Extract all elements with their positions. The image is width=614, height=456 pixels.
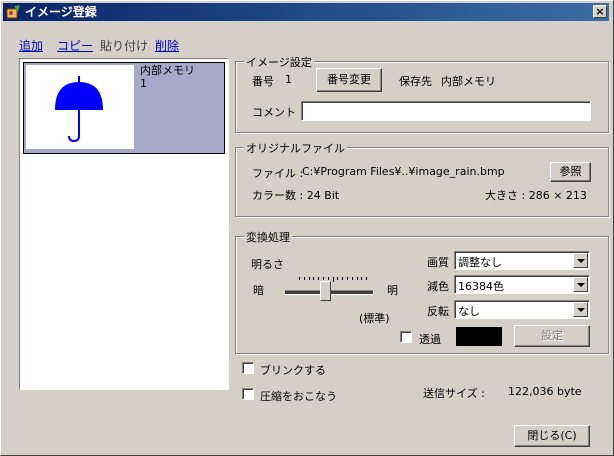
slider-tick [356,277,358,280]
image-size: 大きさ : 286 × 213 [485,189,587,202]
list-item-number: 1 [140,77,147,90]
image-thumbnail [26,65,134,149]
flip-value: なし [458,305,480,318]
dark-label: 暗 [253,284,264,297]
add-link[interactable]: 追加 [19,37,43,54]
slider-tick [361,277,363,280]
original-file-group: オリジナルファイル [235,140,609,217]
blink-checkbox[interactable] [242,362,254,374]
color-reduce-value: 16384色 [458,280,504,293]
slider-tick [318,277,320,280]
image-settings-group: イメージ設定 [235,54,609,133]
compress-label: 圧縮をおこなう [260,390,337,403]
chevron-down-icon[interactable] [573,253,588,268]
standard-label: (標準) [359,312,390,325]
slider-tick [308,277,310,280]
comment-input[interactable] [301,101,591,121]
number-label: 番号 [252,75,274,88]
file-label: ファイル : [252,167,304,180]
send-size-label: 送信サイズ : [423,387,485,400]
change-number-button[interactable]: 番号変更 [316,68,382,92]
file-path: C:¥Program Files¥..¥image_rain.bmp [302,165,505,178]
setting-button[interactable]: 設定 [514,325,590,347]
app-icon [6,5,20,19]
browse-button[interactable]: 参照 [550,162,591,182]
chevron-down-icon[interactable] [573,302,588,317]
slider-tick [347,277,348,280]
quality-select[interactable]: 調整なし [454,251,590,270]
brightness-slider-thumb[interactable] [319,281,331,301]
slider-tick [332,277,334,282]
title-bar[interactable]: イメージ登録 × [3,3,609,21]
quality-value: 調整なし [458,256,502,269]
flip-select[interactable]: なし [454,300,590,319]
color-reduce-label: 減色 [427,280,449,293]
transparent-label: 透過 [419,333,441,346]
slider-tick [351,277,353,280]
chevron-down-icon[interactable] [573,277,588,292]
slider-tick [366,277,368,280]
slider-tick [342,277,344,280]
comment-label: コメント [252,106,296,119]
slider-tick [327,277,329,280]
brightness-label: 明るさ [251,258,284,271]
original-file-label: オリジナルファイル [244,140,347,156]
compress-checkbox[interactable] [242,388,254,400]
close-icon[interactable]: × [593,5,607,18]
color-count: カラー数 : 24 Bit [252,189,340,202]
image-list[interactable]: 内部メモリ 1 [19,58,229,390]
quality-label: 画質 [427,256,449,269]
send-size-value: 122,036 byte [508,385,582,398]
transparent-color-swatch[interactable] [456,327,502,346]
list-item-storage: 内部メモリ [140,64,195,77]
conversion-label: 変換処理 [244,229,292,245]
slider-tick [303,277,305,280]
umbrella-icon [55,76,103,143]
save-destination-label: 保存先 [399,75,432,88]
list-item[interactable]: 内部メモリ 1 [23,62,225,154]
paste-link[interactable]: 貼り付け [100,37,148,54]
slider-tick [337,277,339,280]
image-register-dialog: イメージ登録 × 追加 コピー 貼り付け 削除 内部メモリ 1 イメージ設定 番… [0,0,614,456]
transparent-checkbox[interactable] [400,331,412,343]
save-destination-value: 内部メモリ [441,75,496,88]
close-button[interactable]: 閉じる(C) [514,425,590,447]
slider-tick [299,277,300,280]
window-title: イメージ登録 [25,5,97,19]
slider-tick [313,277,315,280]
blink-label: ブリンクする [260,364,326,377]
color-reduce-select[interactable]: 16384色 [454,275,590,294]
bright-label: 明 [387,284,398,297]
image-settings-label: イメージ設定 [244,54,314,70]
copy-link[interactable]: コピー [57,37,93,54]
flip-label: 反転 [427,305,449,318]
slider-tick [323,277,324,280]
number-value: 1 [285,73,292,86]
delete-link[interactable]: 削除 [155,37,179,54]
